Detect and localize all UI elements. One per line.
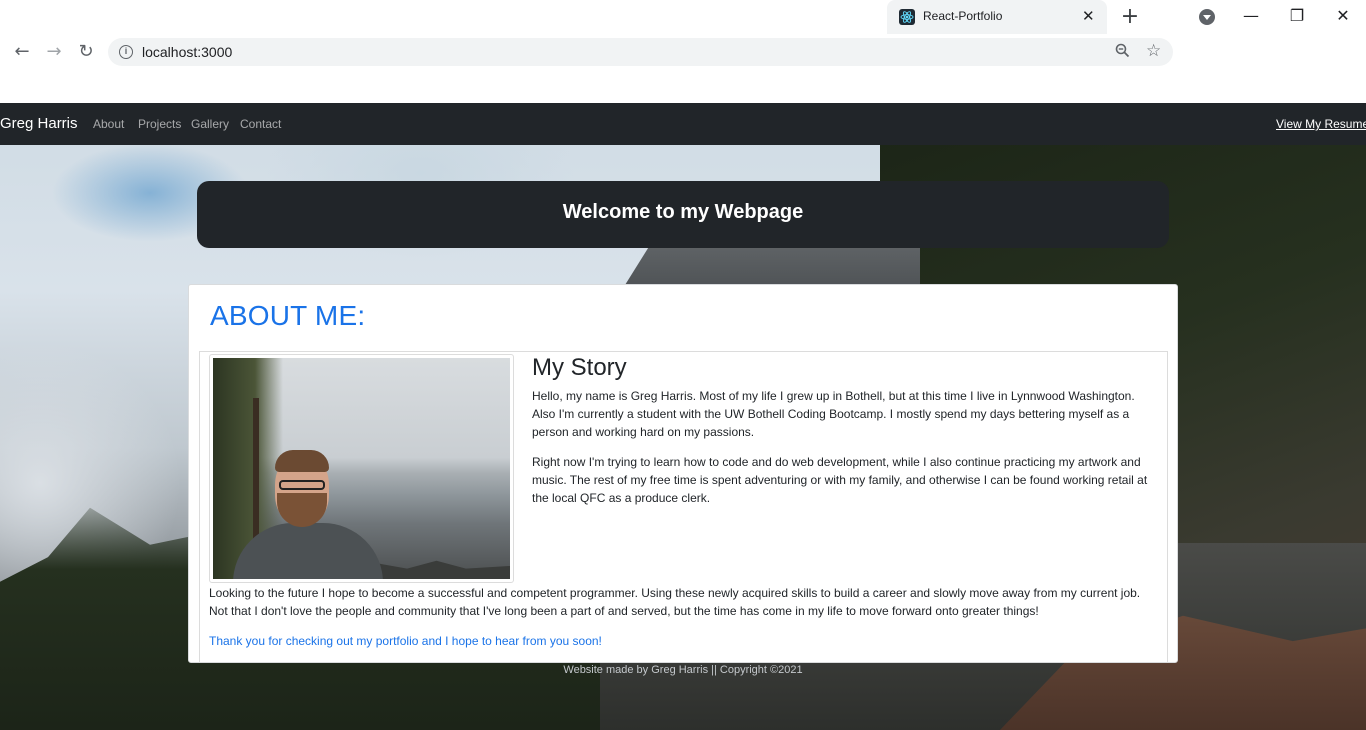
footer-text: Website made by Greg Harris || Copyright… [563, 664, 803, 676]
nav-about[interactable]: About [93, 117, 124, 131]
welcome-banner: Welcome to my Webpage [197, 181, 1169, 248]
minimize-button[interactable]: — [1236, 4, 1266, 28]
story-title: My Story [532, 354, 627, 381]
site-info-icon[interactable]: i [119, 45, 133, 59]
nav-projects[interactable]: Projects [138, 117, 181, 131]
brand-name[interactable]: Greg Harris [0, 115, 78, 132]
page-background: Greg Harris About Projects Gallery Conta… [0, 103, 1366, 730]
zoom-icon[interactable] [1115, 43, 1130, 62]
welcome-title: Welcome to my Webpage [562, 201, 804, 223]
photo-rocks [363, 560, 510, 579]
browser-tab-strip: React-Portfolio ✕ + — ❐ ✕ [0, 0, 1366, 34]
close-tab-icon[interactable]: ✕ [1082, 7, 1095, 25]
story-paragraph-2: Right now I'm trying to learn how to cod… [532, 455, 1148, 505]
profile-photo-frame [209, 354, 514, 583]
forward-button[interactable]: → [42, 42, 66, 62]
browser-toolbar: ← → ↻ i localhost:3000 ☆ [0, 34, 1366, 103]
url-text[interactable]: localhost:3000 [142, 44, 232, 60]
browser-tab[interactable]: React-Portfolio ✕ [887, 0, 1107, 34]
thank-you-text: Thank you for checking out my portfolio … [209, 634, 602, 648]
reload-button[interactable]: ↻ [74, 42, 98, 62]
react-logo-icon [899, 9, 915, 25]
bookmark-star-icon[interactable]: ☆ [1146, 41, 1161, 61]
photo-person-glasses [279, 480, 325, 490]
close-window-button[interactable]: ✕ [1328, 4, 1358, 28]
story-paragraph-1: Hello, my name is Greg Harris. Most of m… [532, 389, 1135, 439]
tab-strip-background [0, 0, 885, 34]
about-card: ABOUT ME: My Story Hello, my name is Gre… [188, 284, 1178, 663]
tab-title: React-Portfolio [923, 9, 1003, 23]
view-resume-link[interactable]: View My Resume [1276, 117, 1366, 131]
about-heading: ABOUT ME: [210, 300, 366, 331]
about-content: My Story Hello, my name is Greg Harris. … [199, 351, 1168, 663]
profile-photo [213, 358, 510, 579]
nav-gallery[interactable]: Gallery [191, 117, 229, 131]
story-paragraph-3: Looking to the future I hope to become a… [209, 586, 1141, 618]
maximize-button[interactable]: ❐ [1282, 4, 1312, 28]
nav-contact[interactable]: Contact [240, 117, 281, 131]
photo-person-beard [277, 493, 327, 527]
new-tab-button[interactable]: + [1118, 4, 1142, 30]
back-button[interactable]: ← [10, 42, 34, 62]
site-navbar: Greg Harris About Projects Gallery Conta… [0, 103, 1366, 145]
address-bar[interactable]: i localhost:3000 ☆ [108, 38, 1173, 66]
photo-person-hair [275, 450, 329, 472]
profile-menu-icon[interactable] [1199, 9, 1215, 25]
